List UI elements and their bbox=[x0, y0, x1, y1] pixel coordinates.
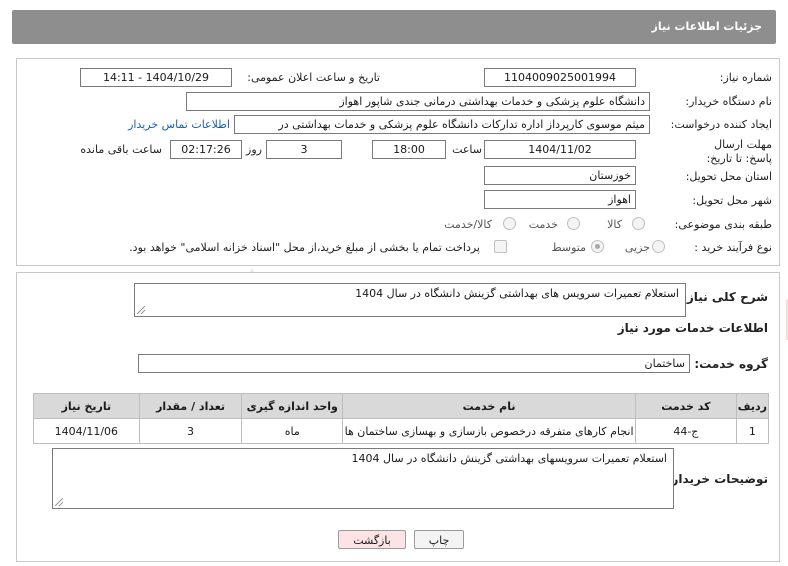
cell-unit: ماه bbox=[241, 418, 344, 444]
table-row[interactable]: 1 ج-44 انجام کارهای متفرقه درخصوص بازساز… bbox=[33, 418, 770, 444]
category-radio-goods[interactable] bbox=[632, 217, 645, 230]
service-group-label: گروه خدمت: bbox=[694, 357, 768, 371]
category-option-goods-service: کالا/خدمت bbox=[444, 218, 492, 231]
buyer-org-field[interactable]: دانشگاه علوم پزشکی و خدمات بهداشتی درمان… bbox=[186, 92, 650, 111]
col-service-code: کد خدمت bbox=[634, 393, 737, 419]
cell-need-date: 1404/11/06 bbox=[33, 418, 140, 444]
buyer-org-label: نام دستگاه خریدار: bbox=[685, 95, 772, 108]
print-button[interactable]: چاپ bbox=[414, 530, 464, 549]
process-option-medium: متوسط bbox=[551, 241, 586, 254]
need-info-panel bbox=[16, 58, 780, 266]
days-remaining-field[interactable]: 3 bbox=[266, 140, 342, 159]
process-label: نوع فرآیند خرید : bbox=[694, 241, 772, 254]
need-number-label: شماره نیاز: bbox=[719, 71, 772, 84]
service-group-field[interactable]: ساختمان bbox=[138, 354, 690, 373]
deadline-date-field[interactable]: 1404/11/02 bbox=[484, 140, 636, 159]
time-remaining-label: ساعت باقی مانده bbox=[80, 143, 162, 156]
buyer-notes-text: استعلام تعمیرات سرویسهای بهداشتی گزینش د… bbox=[351, 452, 667, 465]
deadline-label: مهلت ارسال پاسخ: تا تاریخ: bbox=[706, 138, 772, 165]
buyer-notes-label: توضیحات خریدار: bbox=[666, 472, 768, 486]
process-option-minor: جزیی bbox=[624, 241, 650, 254]
need-number-field[interactable]: 1104009025001994 bbox=[484, 68, 636, 87]
province-field[interactable]: خوزستان bbox=[484, 166, 636, 185]
col-row-number: ردیف bbox=[735, 393, 770, 419]
buyer-notes-textarea[interactable]: استعلام تعمیرات سرویسهای بهداشتی گزینش د… bbox=[52, 448, 674, 509]
category-radio-service[interactable] bbox=[567, 217, 580, 230]
treasury-checkbox[interactable] bbox=[494, 240, 507, 253]
treasury-payment-note: پرداخت تمام یا بخشی از مبلغ خرید،از محل … bbox=[129, 241, 480, 254]
city-field[interactable]: اهواز bbox=[484, 190, 636, 209]
services-table: ردیف کد خدمت نام خدمت واحد اندازه گیری ت… bbox=[33, 393, 770, 444]
buyer-contact-link[interactable]: اطلاعات تماس خریدار bbox=[128, 118, 230, 131]
summary-label: شرح کلی نیاز: bbox=[682, 290, 768, 304]
process-radio-minor[interactable] bbox=[652, 240, 665, 253]
announce-datetime-field[interactable]: 1404/10/29 - 14:11 bbox=[80, 68, 232, 87]
page-title: جزئیات اطلاعات نیاز bbox=[651, 20, 763, 33]
services-heading: اطلاعات خدمات مورد نیاز bbox=[617, 321, 768, 335]
cell-service-code: ج-44 bbox=[634, 418, 737, 444]
cell-quantity: 3 bbox=[138, 418, 243, 444]
requester-field[interactable]: میثم موسوی کارپرداز اداره تدارکات دانشگا… bbox=[234, 115, 650, 134]
process-radio-medium[interactable] bbox=[591, 240, 604, 253]
deadline-time-field[interactable]: 18:00 bbox=[372, 140, 446, 159]
cell-service-name: انجام کارهای متفرقه درخصوص بازسازی و بهس… bbox=[342, 418, 636, 444]
resize-grip-icon[interactable] bbox=[137, 306, 145, 314]
category-option-service: خدمت bbox=[528, 218, 558, 231]
category-option-goods: کالا bbox=[607, 218, 622, 231]
requester-label: ایجاد کننده درخواست: bbox=[670, 118, 772, 131]
province-label: استان محل تحویل: bbox=[685, 170, 772, 183]
col-quantity: تعداد / مقدار bbox=[138, 393, 243, 419]
resize-grip-icon[interactable] bbox=[55, 498, 63, 506]
announce-label: تاریخ و ساعت اعلان عمومی: bbox=[247, 71, 380, 84]
summary-textarea[interactable]: استعلام تعمیرات سرویس های بهداشتی گزینش … bbox=[134, 283, 686, 317]
col-unit: واحد اندازه گیری bbox=[241, 393, 344, 419]
city-label: شهر محل تحویل: bbox=[692, 194, 772, 207]
summary-text: استعلام تعمیرات سرویس های بهداشتی گزینش … bbox=[355, 287, 679, 300]
col-need-date: تاریخ نیاز bbox=[33, 393, 140, 419]
deadline-time-label: ساعت bbox=[452, 143, 482, 156]
time-remaining-field[interactable]: 02:17:26 bbox=[170, 140, 242, 159]
category-radio-goods-service[interactable] bbox=[503, 217, 516, 230]
cell-row-number: 1 bbox=[735, 418, 770, 444]
page-header: جزئیات اطلاعات نیاز bbox=[12, 10, 776, 44]
col-service-name: نام خدمت bbox=[342, 393, 636, 419]
back-button[interactable]: بازگشت bbox=[338, 530, 406, 549]
category-label: طبقه بندی موضوعی: bbox=[674, 218, 772, 231]
table-header-row: ردیف کد خدمت نام خدمت واحد اندازه گیری ت… bbox=[33, 393, 770, 419]
